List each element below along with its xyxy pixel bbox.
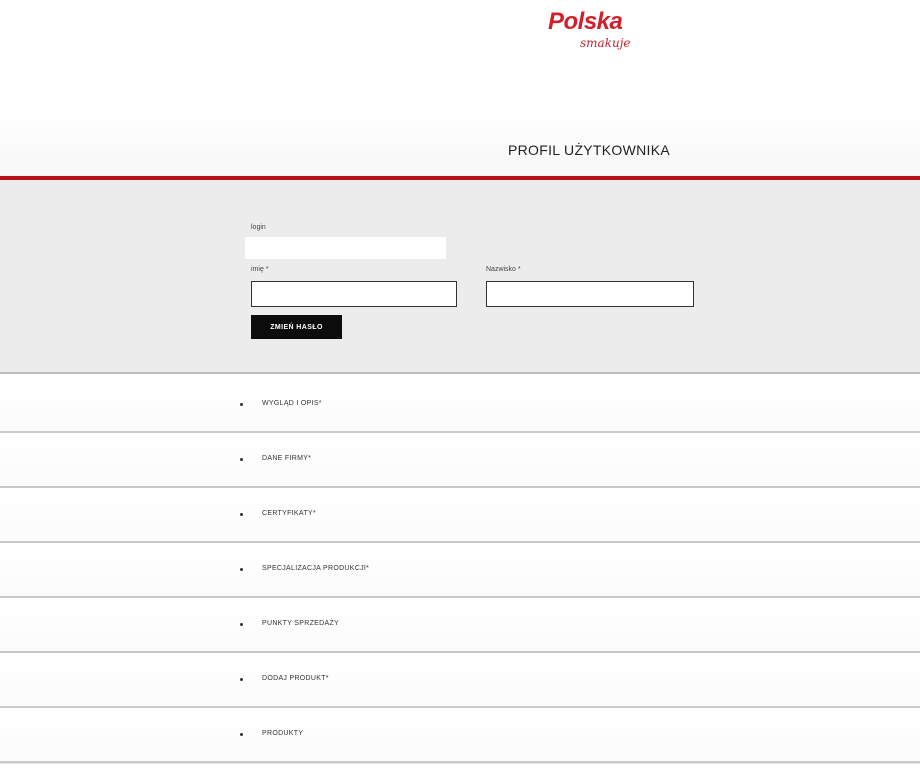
section-certificates[interactable]: CERTYFIKATY* xyxy=(0,488,920,543)
section-appearance[interactable]: WYGLĄD I OPIS* xyxy=(0,378,920,433)
section-label: WYGLĄD I OPIS* xyxy=(262,400,322,407)
section-label: DODAJ PRODUKT* xyxy=(262,675,329,682)
section-label: DANE FIRMY* xyxy=(262,455,312,462)
user-form-panel xyxy=(0,180,920,374)
logo-wordmark: Polska xyxy=(548,8,623,35)
page-header xyxy=(0,108,920,178)
bullet-icon xyxy=(240,623,243,626)
section-label: PUNKTY SPRZEDAŻY xyxy=(262,620,340,627)
bullet-icon xyxy=(240,513,243,516)
login-label: login xyxy=(251,224,266,231)
section-label: CERTYFIKATY* xyxy=(262,510,316,517)
login-value xyxy=(245,237,446,259)
bullet-icon xyxy=(240,568,243,571)
last-name-label: Nazwisko * xyxy=(486,266,521,273)
last-name-input[interactable] xyxy=(486,281,694,307)
section-production-specialization[interactable]: SPECJALIZACJA PRODUKCJI* xyxy=(0,543,920,598)
logo-tagline: smakuje xyxy=(580,36,631,50)
section-company-data[interactable]: DANE FIRMY* xyxy=(0,433,920,488)
page-title: PROFIL UŻYTKOWNIKA xyxy=(508,142,671,158)
brand-logo[interactable]: Polska smakuje xyxy=(548,8,658,56)
bullet-icon xyxy=(240,458,243,461)
section-products[interactable]: PRODUKTY xyxy=(0,708,920,763)
section-label: SPECJALIZACJA PRODUKCJI* xyxy=(262,565,370,572)
bullet-icon xyxy=(240,678,243,681)
first-name-label: imię * xyxy=(251,266,269,273)
change-password-button[interactable]: ZMIEŃ HASŁO xyxy=(251,315,342,339)
bullet-icon xyxy=(240,403,243,406)
section-label: PRODUKTY xyxy=(262,730,304,737)
section-add-product[interactable]: DODAJ PRODUKT* xyxy=(0,653,920,708)
first-name-input[interactable] xyxy=(251,281,457,307)
bullet-icon xyxy=(240,733,243,736)
section-points-of-sale[interactable]: PUNKTY SPRZEDAŻY xyxy=(0,598,920,653)
